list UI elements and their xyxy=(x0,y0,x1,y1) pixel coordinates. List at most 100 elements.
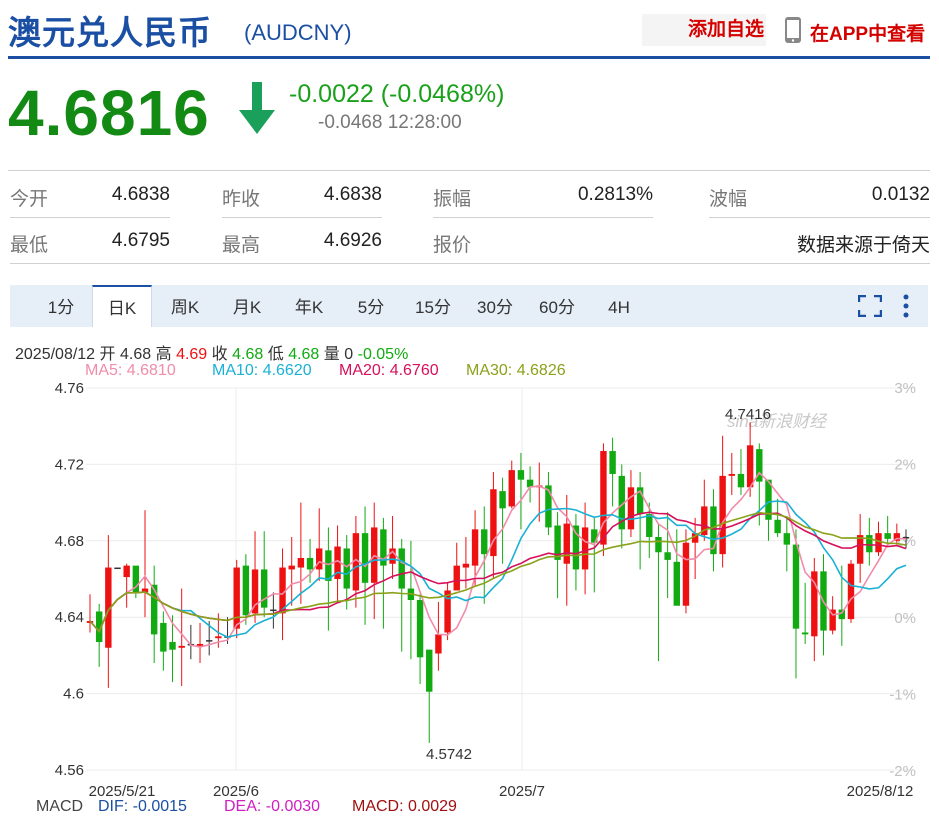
candle-body xyxy=(205,640,213,642)
price-tick-label: 4.68 xyxy=(55,533,84,550)
data-source: 数据来源于倚天 xyxy=(796,235,930,256)
cell-divider xyxy=(222,217,382,218)
candle-body xyxy=(416,600,424,658)
candle-body xyxy=(316,548,323,570)
open-value: 4.68 xyxy=(120,346,152,363)
percent-tick-label: -1% xyxy=(889,686,916,703)
candle-body xyxy=(600,451,607,545)
candle-body xyxy=(682,542,690,606)
sub-change: -0.0468 xyxy=(318,112,383,133)
amplitude-label: 振幅 xyxy=(433,189,472,210)
open-value: 4.6838 xyxy=(111,184,170,205)
close-label: 收 xyxy=(211,346,228,363)
price-tick-label: 4.6 xyxy=(63,686,84,703)
page-title: 澳元兑人民币 xyxy=(8,14,212,51)
date-axis: 2025/5/21 2025/6 2025/7 2025/8/12 xyxy=(89,783,914,800)
stats-bottom-divider xyxy=(10,263,930,264)
candle-body xyxy=(728,473,735,476)
candle-body xyxy=(169,642,176,650)
candle-body xyxy=(435,634,442,654)
candle-body xyxy=(664,552,671,560)
open-label: 今开 xyxy=(10,189,49,210)
candle-body xyxy=(581,527,589,570)
tab-15min[interactable]: 15分 xyxy=(408,285,458,327)
chart-grid xyxy=(86,387,914,771)
volume-value: 0 xyxy=(344,346,354,363)
ma-lines xyxy=(89,471,907,648)
more-menu-icon[interactable] xyxy=(902,293,910,319)
candle-body xyxy=(508,470,515,507)
candle-body xyxy=(746,445,754,488)
candle-body xyxy=(673,561,680,606)
low-label: 最低 xyxy=(10,235,49,256)
price-tick-label: 4.76 xyxy=(55,380,84,397)
candle-body xyxy=(774,519,781,534)
candle-body xyxy=(655,536,662,553)
candle-body xyxy=(233,567,240,629)
wave-value: 0.0132 xyxy=(871,184,930,205)
volume-label: 量 xyxy=(323,346,340,363)
candle-body xyxy=(361,533,369,583)
candle-body xyxy=(453,565,460,591)
phone-icon xyxy=(785,17,801,43)
stats-top-divider xyxy=(8,170,930,171)
ohlc-date: 2025/08/12 xyxy=(15,346,96,363)
candle-body xyxy=(270,609,277,612)
date-tick-label: 2025/8/12 xyxy=(847,783,914,800)
candle-body xyxy=(325,550,332,581)
ma10-line xyxy=(89,500,907,638)
low-value: 4.6795 xyxy=(111,230,170,251)
tab-1min[interactable]: 1分 xyxy=(40,285,82,327)
amplitude-value: 0.2813% xyxy=(577,184,653,205)
tab-yearly[interactable]: 年K xyxy=(286,285,332,327)
symbol-code: (AUDCNY) xyxy=(244,20,352,45)
candle-body xyxy=(426,649,433,692)
tab-4h[interactable]: 4H xyxy=(598,285,640,327)
percent-tick-label: -2% xyxy=(889,763,916,780)
candle-body xyxy=(875,533,882,553)
candle-body xyxy=(783,533,791,545)
low-value: 4.68 xyxy=(288,346,320,363)
date-tick-label: 2025/7 xyxy=(499,783,545,800)
tab-5min[interactable]: 5分 xyxy=(348,285,394,327)
candle-body xyxy=(242,565,250,616)
candle-body xyxy=(884,533,891,539)
add-watchlist-button[interactable]: 添加自选 xyxy=(642,14,766,46)
period-tabbar: 1分 日K 周K 月K 年K 5分 15分 30分 60分 4H xyxy=(10,285,928,327)
tab-60min[interactable]: 60分 xyxy=(532,285,582,327)
header-divider xyxy=(8,56,930,59)
price-tick-label: 4.64 xyxy=(55,609,84,626)
candle-body xyxy=(563,523,570,564)
low-annotation: 4.5742 xyxy=(426,746,472,763)
candle-body xyxy=(114,567,121,570)
down-arrow-icon xyxy=(239,82,275,134)
candle-body xyxy=(517,470,525,480)
kline-chart[interactable]: 4.764.724.684.644.64.56 3%2%1%0%-1%-2% s… xyxy=(0,370,939,826)
candle-body xyxy=(215,636,222,639)
view-in-app-link[interactable]: 在APP中查看 xyxy=(810,19,925,46)
candle-body xyxy=(343,548,350,589)
candle-body xyxy=(297,557,305,568)
tab-monthly[interactable]: 月K xyxy=(224,285,270,327)
tab-30min[interactable]: 30分 xyxy=(470,285,520,327)
low-label: 低 xyxy=(267,346,284,363)
fullscreen-icon[interactable] xyxy=(858,295,882,317)
open-label: 开 xyxy=(99,346,116,363)
high-value: 4.6926 xyxy=(323,230,382,251)
tab-daily[interactable]: 日K xyxy=(92,285,152,327)
quote-label: 报价 xyxy=(433,235,472,256)
current-price: 4.6816 xyxy=(8,77,210,149)
candle-body xyxy=(398,548,405,589)
candle-body xyxy=(251,569,259,614)
cell-divider xyxy=(433,217,653,218)
candle-body xyxy=(737,473,745,488)
macd-value: MACD: 0.0029 xyxy=(352,798,457,815)
candle-body xyxy=(719,475,726,555)
quote-time: 12:28:00 xyxy=(387,112,462,133)
ma30-line xyxy=(89,511,907,633)
tab-weekly[interactable]: 周K xyxy=(162,285,208,327)
wave-label: 波幅 xyxy=(709,189,748,210)
candle-body xyxy=(462,563,470,568)
prev-close-value: 4.6838 xyxy=(323,184,382,205)
candle-body xyxy=(261,569,268,608)
